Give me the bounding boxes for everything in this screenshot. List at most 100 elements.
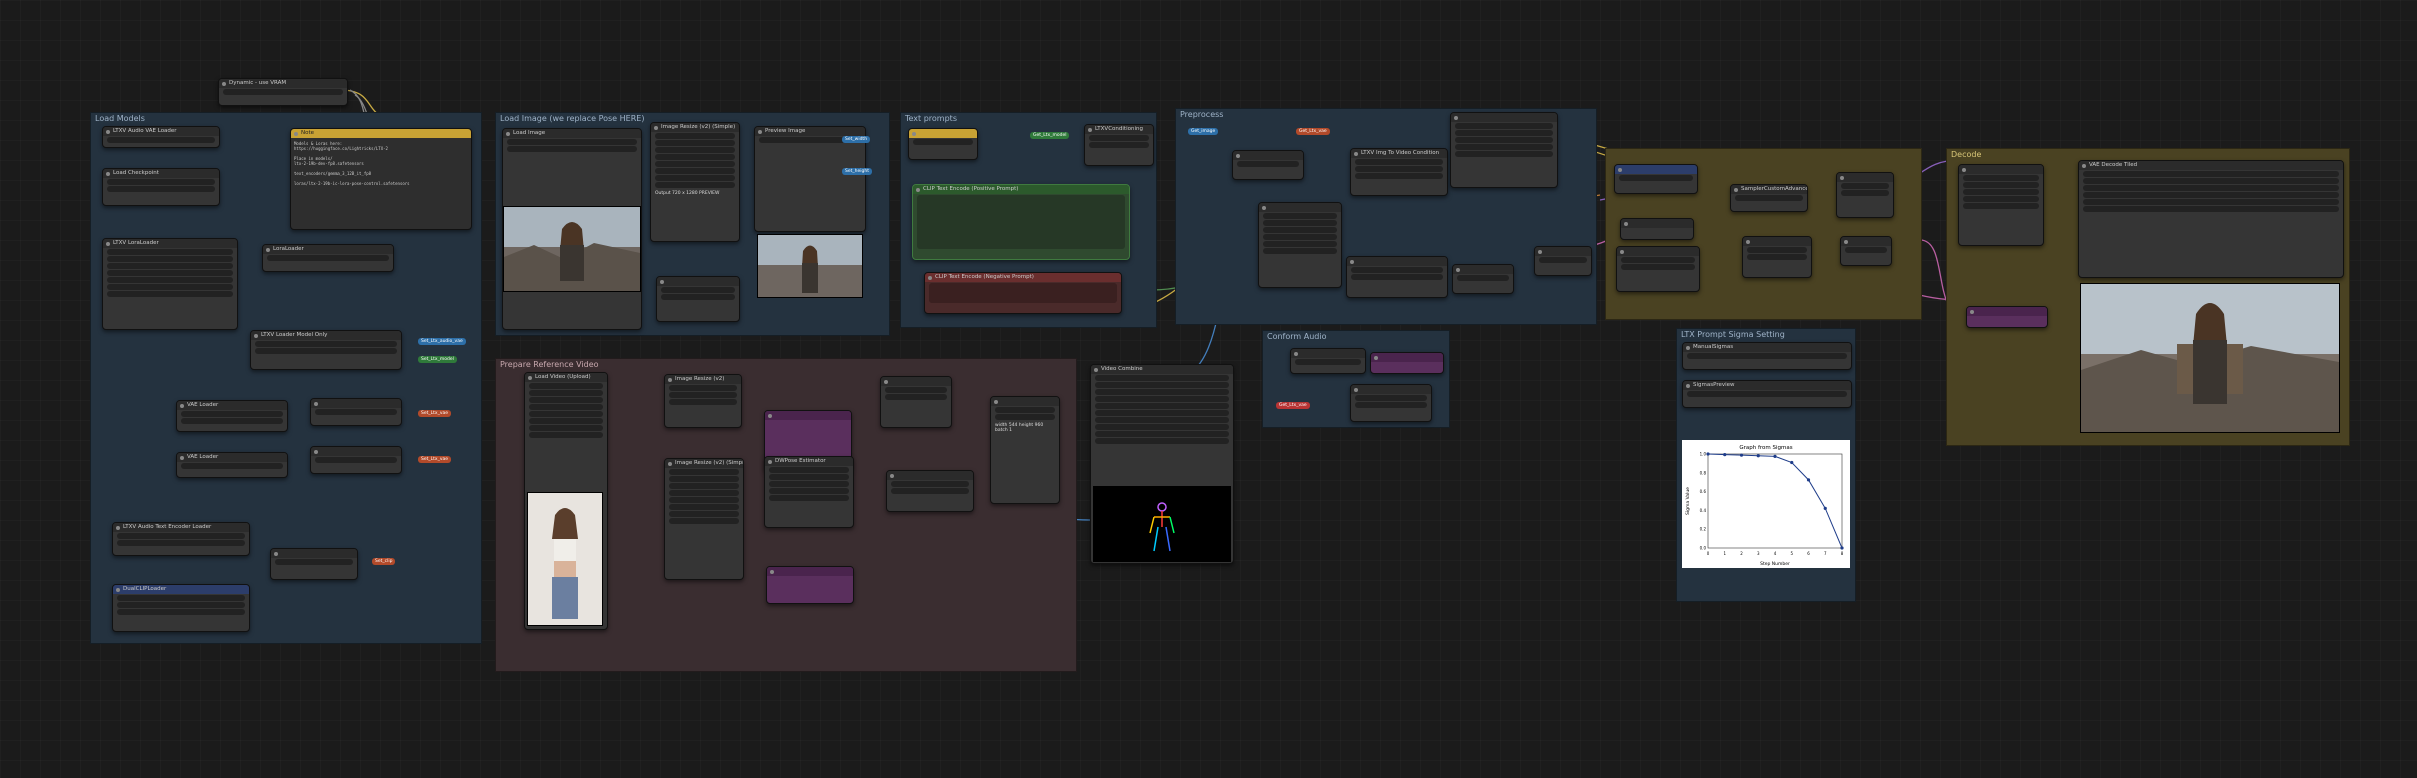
- node-widget[interactable]: [1095, 403, 1229, 409]
- set-clip-badge[interactable]: Set_clip: [372, 558, 396, 565]
- set-vae-badge-2[interactable]: Set_Ltx_vae: [418, 456, 452, 463]
- dwpose-node[interactable]: DWPose Estimator: [764, 456, 854, 528]
- node-widget[interactable]: [1963, 203, 2039, 209]
- node-widget[interactable]: [2083, 178, 2339, 184]
- sampler-node-a[interactable]: [1614, 164, 1698, 194]
- node-widget[interactable]: [769, 467, 849, 473]
- node-widget[interactable]: [1351, 267, 1443, 273]
- node-widget[interactable]: [117, 609, 245, 615]
- preprocess-node-b[interactable]: [1258, 202, 1342, 288]
- sampler-node-e[interactable]: [1836, 172, 1894, 218]
- preprocess-node-d[interactable]: [1450, 112, 1558, 188]
- node-widget[interactable]: [1455, 151, 1553, 157]
- node-widget[interactable]: [1841, 183, 1889, 189]
- node-widget[interactable]: [107, 277, 233, 283]
- node-widget[interactable]: [1747, 247, 1807, 253]
- vae-decode-node[interactable]: VAE Decode Tiled: [2078, 160, 2344, 278]
- image-resize-3-node[interactable]: Image Resize (v2) (Simple): [664, 458, 744, 580]
- node-widget[interactable]: [1095, 382, 1229, 388]
- node-widget[interactable]: [107, 270, 233, 276]
- node-widget[interactable]: [1845, 247, 1887, 253]
- node-widget[interactable]: [885, 394, 947, 400]
- node-widget[interactable]: [1841, 190, 1889, 196]
- small-node-a[interactable]: [310, 398, 402, 426]
- node-widget[interactable]: [1355, 159, 1443, 165]
- node-widget[interactable]: [1355, 395, 1427, 401]
- node-widget[interactable]: [107, 256, 233, 262]
- node-widget[interactable]: [1619, 175, 1693, 181]
- node-widget[interactable]: [1735, 195, 1803, 201]
- sampler-node-f[interactable]: [1840, 236, 1892, 266]
- get-image-badge[interactable]: Get_image: [1188, 128, 1219, 135]
- set-audio-vae-badge[interactable]: Set_Ltx_audio_vae: [418, 338, 466, 345]
- node-widget[interactable]: [885, 387, 947, 393]
- node-widget[interactable]: [117, 540, 245, 546]
- node-widget[interactable]: [529, 383, 603, 389]
- node-widget[interactable]: [655, 147, 735, 153]
- node-widget[interactable]: [769, 495, 849, 501]
- audio-node-a[interactable]: [1290, 348, 1366, 374]
- node-widget[interactable]: [2083, 185, 2339, 191]
- node-widget[interactable]: [1095, 396, 1229, 402]
- node-widget[interactable]: [655, 133, 735, 139]
- node-widget[interactable]: [1263, 227, 1337, 233]
- node-widget[interactable]: [255, 341, 397, 347]
- node-widget[interactable]: [669, 518, 739, 524]
- ltxv-img-to-video-node[interactable]: LTXV Img To Video Condition: [1350, 148, 1448, 196]
- node-widget[interactable]: [107, 249, 233, 255]
- node-widget[interactable]: [1621, 264, 1695, 270]
- node-widget[interactable]: [769, 488, 849, 494]
- node-widget[interactable]: [655, 140, 735, 146]
- node-widget[interactable]: [107, 186, 215, 192]
- node-widget[interactable]: [1963, 189, 2039, 195]
- node-widget[interactable]: [661, 287, 735, 293]
- node-widget[interactable]: [669, 511, 739, 517]
- sigmas-preview-node[interactable]: SigmasPreview: [1682, 380, 1852, 408]
- node-widget[interactable]: [117, 595, 245, 601]
- node-widget[interactable]: [255, 348, 397, 354]
- node-widget[interactable]: [1355, 173, 1443, 179]
- node-widget[interactable]: [529, 411, 603, 417]
- get-model-badge[interactable]: Get_Ltx_model: [1030, 132, 1070, 139]
- set-model-badge[interactable]: Set_Ltx_model: [418, 356, 457, 363]
- preprocess-node-f[interactable]: [1534, 246, 1592, 276]
- audio-node-b[interactable]: [1370, 352, 1444, 374]
- node-widget[interactable]: [107, 291, 233, 297]
- node-widget[interactable]: [529, 418, 603, 424]
- node-widget[interactable]: [1963, 196, 2039, 202]
- node-widget[interactable]: [2083, 199, 2339, 205]
- node-widget[interactable]: [117, 533, 245, 539]
- small-node-c[interactable]: [270, 548, 358, 580]
- load-checkpoint-node[interactable]: Load Checkpoint: [102, 168, 220, 206]
- node-widget[interactable]: [891, 481, 969, 487]
- clip-loader-node[interactable]: LTXV Audio Text Encoder Loader: [112, 522, 250, 556]
- node-widget[interactable]: [107, 263, 233, 269]
- node-widget[interactable]: [655, 182, 735, 188]
- node-widget[interactable]: [669, 476, 739, 482]
- video-node-a[interactable]: [880, 376, 952, 428]
- node-widget[interactable]: [315, 457, 397, 463]
- node-widget[interactable]: [181, 411, 283, 417]
- node-widget[interactable]: [1095, 410, 1229, 416]
- video-node-c[interactable]: width 544 height 960 batch 1: [990, 396, 1060, 504]
- node-widget[interactable]: [1089, 135, 1149, 141]
- set-vae-badge[interactable]: Set_Ltx_vae: [418, 410, 452, 417]
- node-widget[interactable]: [995, 407, 1055, 413]
- node-widget[interactable]: [655, 161, 735, 167]
- node-widget[interactable]: [267, 255, 389, 261]
- node-widget[interactable]: [1263, 220, 1337, 226]
- set-width-badge[interactable]: Set_width: [842, 136, 871, 143]
- node-widget[interactable]: [1237, 161, 1299, 167]
- node-widget[interactable]: [669, 483, 739, 489]
- note-node[interactable]: Note Models & Loras here: https://huggin…: [290, 128, 472, 230]
- clip-negative-node[interactable]: CLIP Text Encode (Negative Prompt): [924, 272, 1122, 314]
- prompt-switch-node[interactable]: [908, 128, 978, 160]
- node-widget[interactable]: [913, 139, 973, 145]
- node-widget[interactable]: [507, 139, 637, 145]
- node-widget[interactable]: [1457, 275, 1509, 281]
- resize-aux-node[interactable]: [656, 276, 740, 322]
- node-widget[interactable]: [669, 497, 739, 503]
- node-widget[interactable]: [117, 602, 245, 608]
- node-widget[interactable]: [891, 488, 969, 494]
- node-widget[interactable]: [2083, 206, 2339, 212]
